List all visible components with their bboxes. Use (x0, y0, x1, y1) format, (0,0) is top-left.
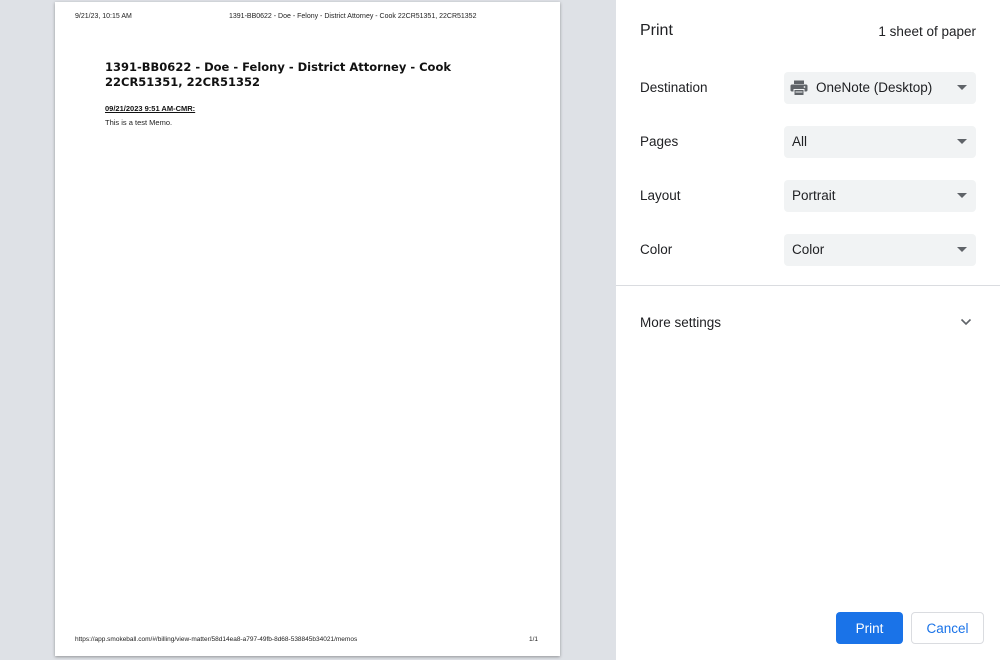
print-button[interactable]: Print (836, 612, 903, 644)
page-footer-url: https://app.smokeball.com/#/billing/view… (75, 636, 358, 643)
print-settings-panel: Print 1 sheet of paper Destination OneNo… (616, 0, 1000, 660)
preview-page: 9/21/23, 10:15 AM 1391-BB0622 - Doe - Fe… (55, 2, 560, 656)
cancel-button[interactable]: Cancel (911, 612, 984, 644)
destination-label: Destination (640, 80, 708, 95)
page-header-title: 1391-BB0622 - Doe - Felony - District At… (229, 13, 477, 20)
destination-row: Destination OneNote (Desktop) (640, 72, 976, 104)
layout-row: Layout Portrait (640, 180, 976, 212)
destination-value: OneNote (Desktop) (816, 80, 933, 95)
color-select[interactable]: Color (784, 234, 976, 266)
color-row: Color Color (640, 234, 976, 266)
layout-select[interactable]: Portrait (784, 180, 976, 212)
pages-value: All (792, 134, 808, 149)
print-dialog-title: Print (640, 22, 673, 39)
document-title: 1391-BB0622 - Doe - Felony - District At… (105, 60, 451, 89)
chevron-down-icon (957, 85, 967, 90)
page-header-date: 9/21/23, 10:15 AM (75, 13, 132, 20)
pages-label: Pages (640, 134, 679, 149)
chevron-down-icon (957, 193, 967, 198)
layout-label: Layout (640, 188, 681, 203)
print-preview-area: 9/21/23, 10:15 AM 1391-BB0622 - Doe - Fe… (0, 0, 616, 660)
memo-heading: 09/21/2023 9:51 AM-CMR: (105, 104, 196, 113)
color-value: Color (792, 242, 825, 257)
printer-icon (790, 80, 808, 96)
chevron-down-icon (957, 139, 967, 144)
destination-select[interactable]: OneNote (Desktop) (784, 72, 976, 104)
sheet-count: 1 sheet of paper (878, 24, 976, 39)
color-label: Color (640, 242, 673, 257)
layout-value: Portrait (792, 188, 836, 203)
more-settings-label: More settings (640, 315, 722, 330)
more-settings-toggle[interactable]: More settings (640, 308, 976, 336)
settings-divider (616, 285, 1000, 286)
chevron-down-icon (960, 318, 972, 326)
page-footer-number: 1/1 (529, 636, 539, 643)
chevron-down-icon (957, 247, 967, 252)
pages-row: Pages All (640, 126, 976, 158)
pages-select[interactable]: All (784, 126, 976, 158)
memo-body: This is a test Memo. (105, 118, 173, 127)
